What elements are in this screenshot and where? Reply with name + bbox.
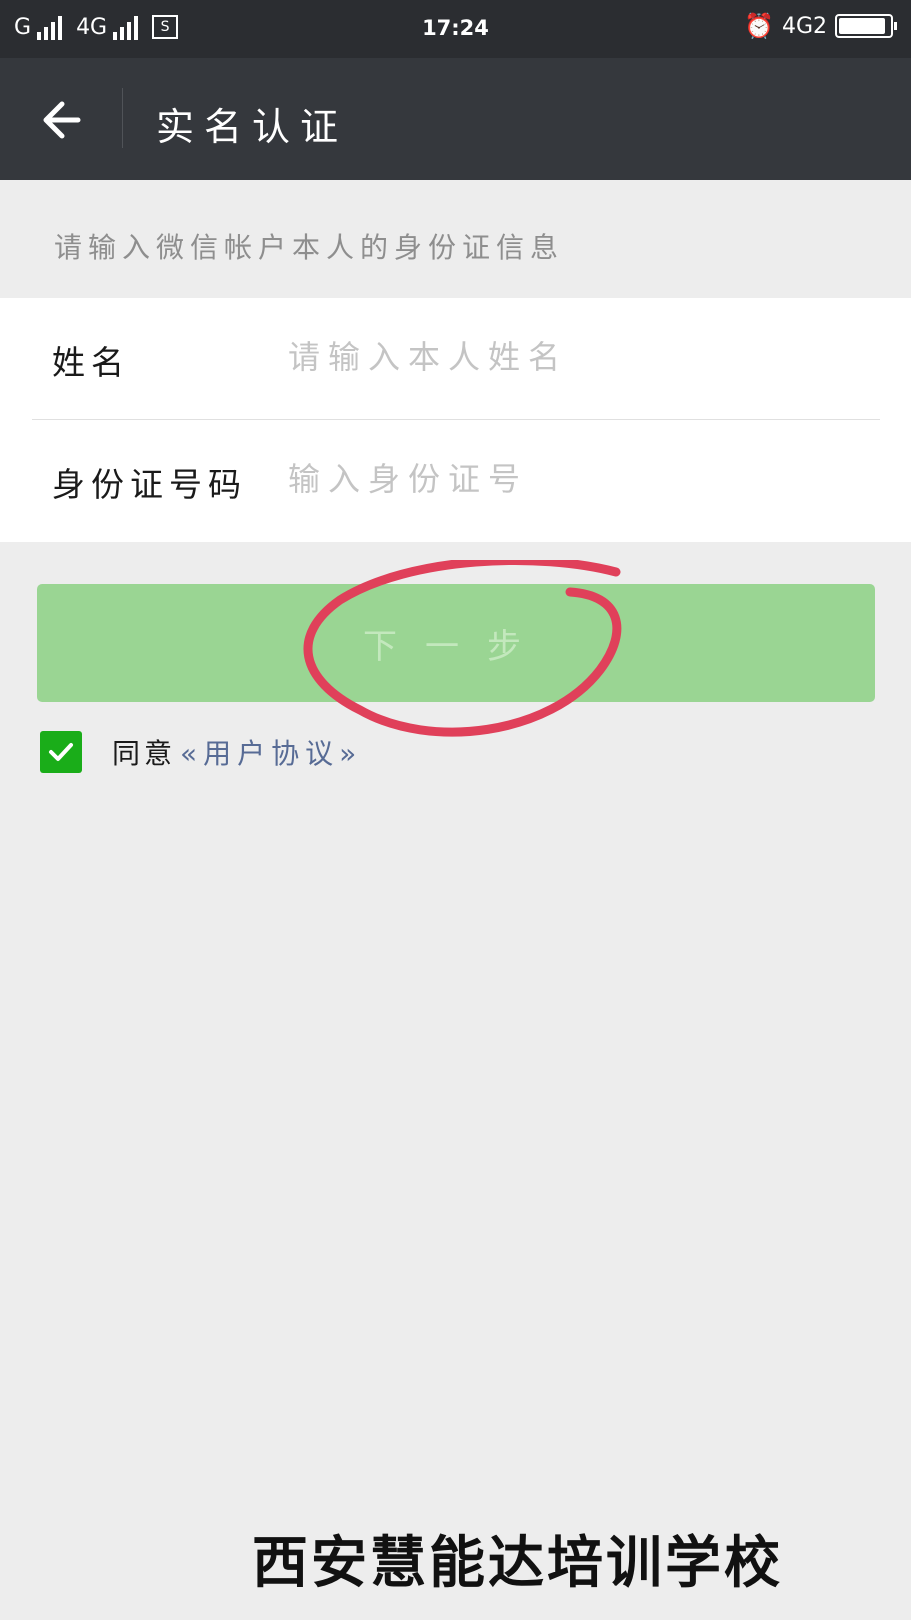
id-number-input[interactable]	[286, 448, 870, 510]
hint-text: 请输入微信帐户本人的身份证信息	[54, 231, 565, 264]
name-input[interactable]	[286, 326, 870, 388]
battery-icon	[835, 14, 897, 38]
check-icon	[49, 743, 73, 761]
id-number-label: 身份证号码	[52, 465, 247, 504]
name-row: 姓名	[0, 298, 911, 420]
user-agreement-link[interactable]: «用户协议»	[180, 732, 362, 772]
status-bar: G 4G S 17:24 ⏰ 4G2	[0, 0, 911, 58]
arrow-left-icon[interactable]	[36, 92, 92, 148]
watermark-text: 西安慧能达培训学校	[252, 1531, 783, 1596]
page-title: 实名认证	[156, 105, 349, 149]
alarm-clock-icon: ⏰	[744, 12, 774, 40]
nav-bar: 实名认证	[0, 58, 911, 180]
network-label: 4G2	[781, 13, 827, 39]
agree-text: 同意	[112, 737, 177, 770]
name-label: 姓名	[52, 343, 130, 382]
battery-fill	[839, 18, 885, 34]
agreement-row: 同意 «用户协议»	[40, 730, 362, 774]
agree-checkbox[interactable]	[40, 731, 82, 773]
id-number-row: 身份证号码	[0, 420, 911, 540]
status-right: ⏰ 4G2	[744, 12, 897, 40]
next-step-button[interactable]: 下一步	[37, 584, 875, 702]
id-form: 姓名 身份证号码	[0, 298, 911, 542]
nav-divider	[122, 88, 123, 148]
